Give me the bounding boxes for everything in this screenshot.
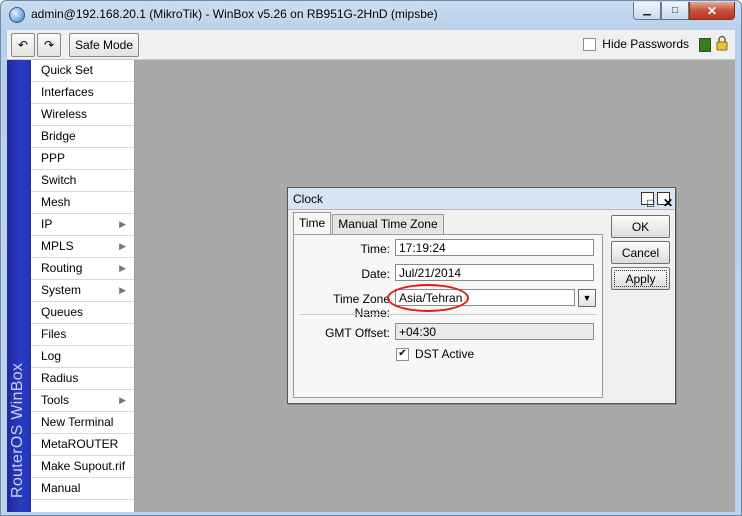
- sidebar-item-label: PPP: [41, 151, 66, 165]
- title-bar[interactable]: admin@192.168.20.1 (MikroTik) - WinBox v…: [1, 1, 741, 29]
- connection-status-indicator: [699, 38, 711, 52]
- time-zone-dropdown-button[interactable]: ▼: [578, 289, 596, 307]
- sidebar-item-label: Log: [41, 349, 62, 363]
- hide-passwords-toggle[interactable]: Hide Passwords: [583, 37, 689, 51]
- undo-icon: ↶: [17, 38, 29, 52]
- clock-dialog-title: Clock: [293, 192, 324, 206]
- hide-passwords-checkbox[interactable]: [583, 37, 597, 51]
- submenu-arrow-icon: ▶: [119, 241, 126, 251]
- sidebar-item-label: Quick Set: [41, 63, 94, 77]
- submenu-arrow-icon: ▶: [119, 219, 126, 229]
- sidebar-item-label: IP: [41, 217, 53, 231]
- sidebar-item-ppp[interactable]: PPP: [31, 148, 134, 170]
- sidebar-item-bridge[interactable]: Bridge: [31, 126, 134, 148]
- sidebar-menu: Quick Set Interfaces Wireless Bridge PPP Swit…: [31, 60, 134, 500]
- date-label: Date:: [361, 267, 390, 281]
- dialog-maximize-button[interactable]: □: [641, 192, 654, 209]
- sidebar-item-label: Queues: [41, 305, 84, 319]
- submenu-arrow-icon: ▶: [119, 395, 126, 405]
- sidebar-item-interfaces[interactable]: Interfaces: [31, 82, 134, 104]
- close-icon: ✕: [663, 196, 674, 210]
- dialog-close-button[interactable]: ✕: [657, 192, 673, 209]
- gmt-offset-field: +04:30: [395, 323, 594, 340]
- sidebar: RouterOS WinBox Quick Set Interfaces Wirel…: [7, 60, 135, 512]
- maximize-icon: □: [647, 196, 655, 210]
- caption-buttons: ▁ □ ✕: [633, 2, 735, 20]
- sidebar-item-wireless[interactable]: Wireless: [31, 104, 134, 126]
- undo-button[interactable]: ↶: [11, 33, 35, 57]
- sidebar-item-label: Interfaces: [41, 85, 94, 99]
- sidebar-brand-text: RouterOS WinBox: [9, 362, 26, 498]
- sidebar-item-switch[interactable]: Switch: [31, 170, 134, 192]
- time-field[interactable]: 17:19:24: [395, 239, 594, 256]
- sidebar-item-label: MetaROUTER: [41, 437, 119, 451]
- dst-active-checkbox: ✔: [396, 347, 409, 361]
- time-tab-panel: Time: 17:19:24 Date: Jul/21/2014 Time Zo…: [293, 234, 603, 398]
- cancel-button[interactable]: Cancel: [611, 241, 670, 264]
- lock-icon: [716, 35, 728, 51]
- sidebar-item-label: System: [41, 283, 82, 297]
- tab-time[interactable]: Time: [293, 212, 332, 234]
- sidebar-item-ip[interactable]: IP ▶: [31, 214, 134, 236]
- toolbar: ↶ ↷ Safe Mode Hide Passwords: [7, 30, 735, 60]
- clock-tabs: Time Manual Time Zone: [293, 212, 445, 234]
- highlight-annotation: [387, 284, 469, 312]
- sidebar-item-label: New Terminal: [41, 415, 114, 429]
- sidebar-item-label: Radius: [41, 371, 79, 385]
- minimize-button[interactable]: ▁: [633, 2, 661, 20]
- sidebar-item-metarouter[interactable]: MetaROUTER: [31, 434, 134, 456]
- sidebar-brand-band: RouterOS WinBox: [7, 60, 31, 512]
- time-label: Time:: [360, 242, 390, 256]
- clock-dialog-title-bar[interactable]: Clock □ ✕: [288, 188, 675, 210]
- dst-active-row: ✔ DST Active: [396, 347, 474, 361]
- sidebar-item-quick-set[interactable]: Quick Set: [31, 60, 134, 82]
- sidebar-item-routing[interactable]: Routing ▶: [31, 258, 134, 280]
- sidebar-item-queues[interactable]: Queues: [31, 302, 134, 324]
- sidebar-item-label: Files: [41, 327, 67, 341]
- safe-mode-button[interactable]: Safe Mode: [69, 33, 139, 57]
- submenu-arrow-icon: ▶: [119, 285, 126, 295]
- window-title: admin@192.168.20.1 (MikroTik) - WinBox v…: [31, 7, 438, 21]
- sidebar-item-label: Make Supout.rif: [41, 459, 126, 473]
- submenu-arrow-icon: ▶: [119, 263, 126, 273]
- separator: [300, 314, 596, 315]
- tab-manual-time-zone[interactable]: Manual Time Zone: [332, 214, 444, 234]
- sidebar-item-label: Bridge: [41, 129, 76, 143]
- sidebar-item-radius[interactable]: Radius: [31, 368, 134, 390]
- sidebar-item-make-supout-rif[interactable]: Make Supout.rif: [31, 456, 134, 478]
- redo-icon: ↷: [43, 38, 55, 52]
- dst-active-label: DST Active: [415, 347, 475, 361]
- sidebar-item-mesh[interactable]: Mesh: [31, 192, 134, 214]
- redo-button[interactable]: ↷: [37, 33, 61, 57]
- sidebar-item-label: Manual: [41, 481, 81, 495]
- close-button[interactable]: ✕: [689, 2, 735, 20]
- time-zone-name-label: Time Zone Name:: [333, 292, 390, 320]
- maximize-button[interactable]: □: [661, 2, 689, 20]
- ok-button[interactable]: OK: [611, 215, 670, 238]
- clock-dialog: Clock □ ✕ Time Manual Time Zone Time: 17…: [287, 187, 676, 404]
- sidebar-item-tools[interactable]: Tools ▶: [31, 390, 134, 412]
- sidebar-item-files[interactable]: Files: [31, 324, 134, 346]
- sidebar-item-label: Tools: [41, 393, 70, 407]
- chevron-down-icon: ▼: [582, 293, 592, 303]
- hide-passwords-label: Hide Passwords: [602, 37, 689, 51]
- sidebar-item-label: Mesh: [41, 195, 71, 209]
- winbox-app-icon: [9, 7, 25, 23]
- sidebar-item-mpls[interactable]: MPLS ▶: [31, 236, 134, 258]
- apply-button[interactable]: Apply: [611, 267, 670, 290]
- sidebar-item-new-terminal[interactable]: New Terminal: [31, 412, 134, 434]
- sidebar-item-label: Switch: [41, 173, 77, 187]
- sidebar-item-system[interactable]: System ▶: [31, 280, 134, 302]
- sidebar-item-label: MPLS: [41, 239, 74, 253]
- sidebar-item-manual[interactable]: Manual: [31, 478, 134, 500]
- date-field[interactable]: Jul/21/2014: [395, 264, 594, 281]
- sidebar-item-label: Routing: [41, 261, 83, 275]
- gmt-offset-label: GMT Offset:: [325, 326, 390, 340]
- sidebar-item-label: Wireless: [41, 107, 88, 121]
- sidebar-item-log[interactable]: Log: [31, 346, 134, 368]
